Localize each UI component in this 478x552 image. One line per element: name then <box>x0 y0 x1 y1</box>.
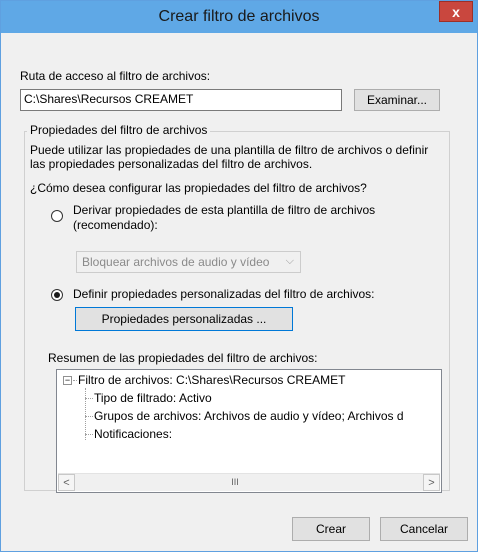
chevron-down-icon: ⌵ <box>285 255 294 267</box>
scroll-thumb[interactable]: III <box>230 478 240 487</box>
tree-child-item[interactable]: Tipo de filtrado: Activo <box>94 391 212 405</box>
tree-connector <box>85 398 93 399</box>
custom-option-label[interactable]: Definir propiedades personalizadas del f… <box>73 287 375 301</box>
browse-button[interactable]: Examinar... <box>354 89 440 111</box>
tree-connector <box>85 434 93 435</box>
scroll-right-icon[interactable]: > <box>423 474 440 491</box>
tree-connector <box>85 416 93 417</box>
close-button[interactable]: x <box>439 1 473 22</box>
template-option-line1[interactable]: Derivar propiedades de esta plantilla de… <box>73 203 375 217</box>
path-label: Ruta de acceso al filtro de archivos: <box>20 69 211 83</box>
horizontal-scrollbar[interactable]: < III > <box>58 473 440 491</box>
template-option-line2[interactable]: (recomendado): <box>73 218 158 232</box>
properties-description-line2: las propiedades personalizadas del filtr… <box>30 157 313 171</box>
template-select-value: Bloquear archivos de audio y vídeo <box>82 255 270 269</box>
path-input[interactable]: C:\Shares\Recursos CREAMET <box>20 89 342 111</box>
dialog-window: Crear filtro de archivos x Ruta de acces… <box>0 0 478 552</box>
custom-properties-button[interactable]: Propiedades personalizadas ... <box>75 307 293 331</box>
window-title: Crear filtro de archivos <box>158 8 320 25</box>
properties-group-title: Propiedades del filtro de archivos <box>27 123 211 137</box>
custom-radio[interactable] <box>51 289 63 301</box>
scroll-left-icon[interactable]: < <box>58 474 75 491</box>
tree-root-item[interactable]: Filtro de archivos: C:\Shares\Recursos C… <box>78 373 345 387</box>
properties-question: ¿Cómo desea configurar las propiedades d… <box>30 181 367 195</box>
title-bar[interactable]: Crear filtro de archivos x <box>1 1 477 33</box>
collapse-icon[interactable]: − <box>63 376 72 385</box>
tree-connector <box>85 388 86 440</box>
summary-label: Resumen de las propiedades del filtro de… <box>48 351 318 365</box>
properties-description-line1: Puede utilizar las propiedades de una pl… <box>30 143 429 157</box>
create-button[interactable]: Crear <box>292 517 370 541</box>
summary-tree[interactable]: − Filtro de archivos: C:\Shares\Recursos… <box>56 369 442 493</box>
tree-child-item[interactable]: Grupos de archivos: Archivos de audio y … <box>94 409 404 423</box>
tree-child-item[interactable]: Notificaciones: <box>94 427 172 441</box>
dialog-content: Ruta de acceso al filtro de archivos: C:… <box>10 33 468 542</box>
template-radio[interactable] <box>51 210 63 222</box>
tree-connector <box>73 380 77 381</box>
template-select[interactable]: Bloquear archivos de audio y vídeo ⌵ <box>76 251 301 273</box>
cancel-button[interactable]: Cancelar <box>380 517 468 541</box>
